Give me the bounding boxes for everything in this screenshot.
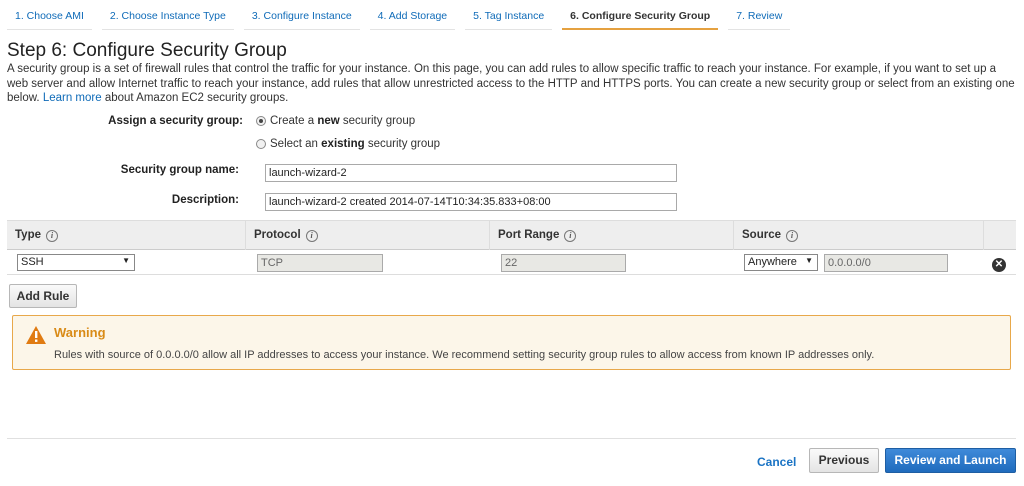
header-type: Type i — [7, 221, 245, 250]
port-range-field: 22 — [501, 254, 626, 272]
description-input[interactable]: launch-wizard-2 created 2014-07-14T10:34… — [265, 193, 677, 211]
protocol-field: TCP — [257, 254, 383, 272]
warning-box: Warning Rules with source of 0.0.0.0/0 a… — [12, 315, 1011, 370]
source-select[interactable]: Anywhere ▼ — [744, 254, 818, 271]
tab-review[interactable]: 7. Review — [728, 6, 791, 30]
footer-divider — [7, 438, 1016, 439]
radio-button-select-existing[interactable] — [256, 139, 266, 149]
remove-rule-icon[interactable]: ✕ — [992, 258, 1006, 272]
radio-existing-suffix: security group — [364, 138, 441, 150]
caret-down-icon: ▼ — [805, 256, 813, 265]
header-source-label: Source — [742, 229, 781, 241]
source-cidr-field[interactable]: 0.0.0.0/0 — [824, 254, 948, 272]
tab-add-storage[interactable]: 4. Add Storage — [369, 6, 456, 30]
previous-button[interactable]: Previous — [809, 448, 879, 473]
description-label: Description: — [171, 194, 239, 206]
radio-create-bold: new — [317, 115, 340, 127]
header-source: Source i — [733, 221, 983, 250]
security-group-name-input[interactable]: launch-wizard-2 — [265, 164, 677, 182]
info-icon[interactable]: i — [46, 230, 58, 242]
header-type-label: Type — [15, 229, 41, 241]
radio-create-prefix: Create a — [270, 115, 318, 127]
header-protocol-label: Protocol — [254, 229, 301, 241]
rules-table-header: Type i Protocol i Port Range i Source i — [7, 220, 1016, 250]
wizard-tabs: 1. Choose AMI 2. Choose Instance Type 3.… — [7, 6, 800, 30]
source-select-value: Anywhere — [748, 256, 797, 268]
radio-select-existing[interactable]: Select an existing security group — [256, 138, 440, 150]
warning-title: Warning — [54, 325, 106, 340]
radio-button-create-new[interactable] — [256, 116, 266, 126]
type-select[interactable]: SSH ▼ — [17, 254, 135, 271]
radio-existing-prefix: Select an — [270, 138, 322, 150]
info-icon[interactable]: i — [786, 230, 798, 242]
header-port-range-label: Port Range — [498, 229, 560, 241]
radio-create-suffix: security group — [339, 115, 416, 127]
review-and-launch-button[interactable]: Review and Launch — [885, 448, 1016, 473]
info-icon[interactable]: i — [305, 230, 318, 242]
table-row: SSH ▼ TCP 22 Anywhere ▼ 0.0.0.0/0 ✕ — [7, 251, 1016, 275]
page-title: Step 6: Configure Security Group — [7, 40, 287, 61]
tab-choose-instance-type[interactable]: 2. Choose Instance Type — [101, 6, 234, 30]
warning-text: Rules with source of 0.0.0.0/0 allow all… — [54, 349, 875, 361]
add-rule-button[interactable]: Add Rule — [9, 284, 77, 308]
radio-existing-bold: existing — [321, 138, 365, 150]
tab-configure-security-group[interactable]: 6. Configure Security Group — [562, 6, 719, 30]
caret-down-icon: ▼ — [122, 256, 130, 265]
header-port-range: Port Range i — [489, 221, 733, 250]
tab-choose-ami[interactable]: 1. Choose AMI — [7, 6, 92, 30]
type-select-value: SSH — [21, 256, 44, 268]
learn-more-link[interactable]: Learn more — [43, 92, 102, 104]
warning-triangle-icon — [26, 326, 46, 344]
radio-create-new[interactable]: Create a new security group — [256, 115, 415, 127]
header-actions — [983, 221, 1016, 250]
security-group-name-label: Security group name: — [120, 164, 239, 176]
intro-paragraph: A security group is a set of firewall ru… — [7, 62, 1017, 106]
info-icon[interactable]: i — [564, 230, 577, 242]
tab-configure-instance[interactable]: 3. Configure Instance — [243, 6, 360, 30]
intro-suffix: about Amazon EC2 security groups. — [104, 92, 289, 104]
tab-tag-instance[interactable]: 5. Tag Instance — [465, 6, 553, 30]
header-protocol: Protocol i — [245, 221, 489, 250]
assign-security-group-label: Assign a security group: — [108, 115, 243, 127]
cancel-link[interactable]: Cancel — [757, 455, 796, 469]
